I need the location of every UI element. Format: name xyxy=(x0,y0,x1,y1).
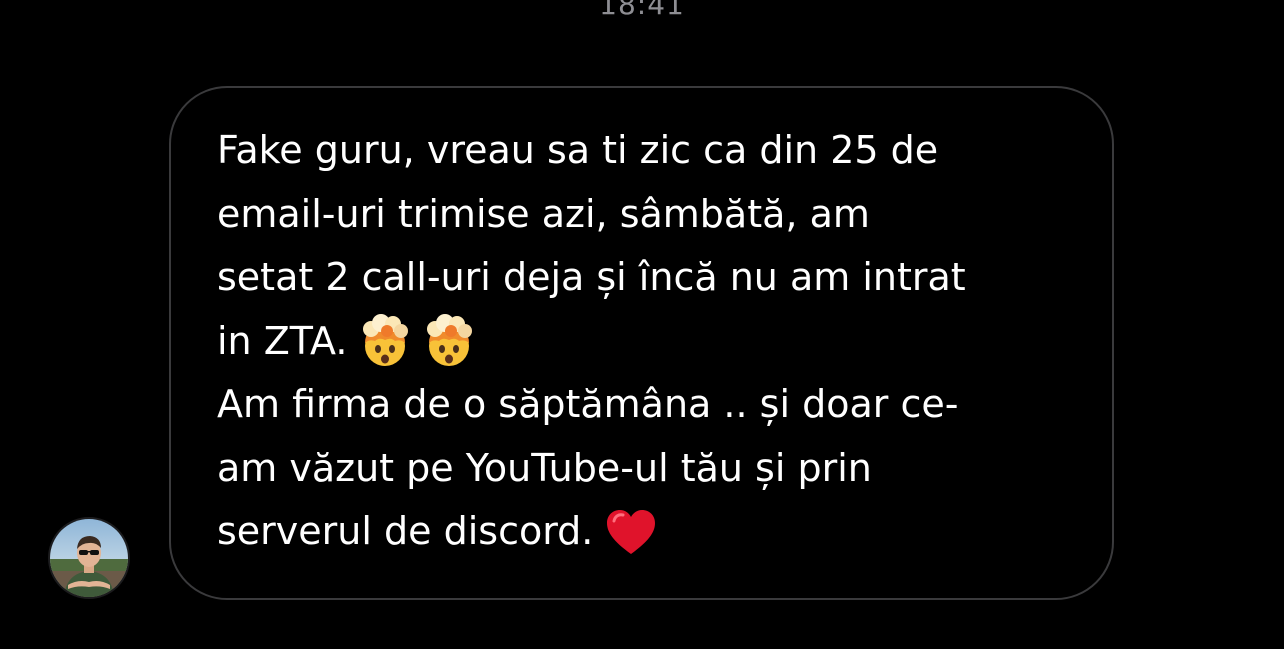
sender-avatar[interactable] xyxy=(48,517,130,599)
message-line-text: in ZTA. xyxy=(217,318,348,363)
message-line: am văzut pe YouTube-ul tău și prin xyxy=(217,445,872,490)
message-line: setat 2 call-uri deja și încă nu am intr… xyxy=(217,255,966,299)
exploding-head-emoji-icon xyxy=(357,313,413,369)
message-bubble[interactable]: Fake guru, vreau sa ti zic ca din 25 de … xyxy=(169,86,1114,600)
message-line: Am firma de o săptămâna .. și doar ce- xyxy=(217,382,959,426)
message-line-with-emojis: in ZTA. xyxy=(217,310,1072,374)
message-timestamp: 18:41 xyxy=(599,0,685,21)
exploding-head-emoji-icon xyxy=(421,313,477,369)
chat-screen: 18:41 Fake guru, vreau sa ti zic ca din … xyxy=(0,0,1284,649)
message-line-with-emoji: serverul de discord. xyxy=(217,500,1072,564)
avatar-photo-icon xyxy=(50,519,128,597)
red-heart-emoji-icon xyxy=(603,504,659,560)
message-line: Fake guru, vreau sa ti zic ca din 25 de xyxy=(217,128,939,172)
message-line: email-uri trimise azi, sâmbătă, am xyxy=(217,191,870,236)
message-line-text: serverul de discord. xyxy=(217,509,594,553)
